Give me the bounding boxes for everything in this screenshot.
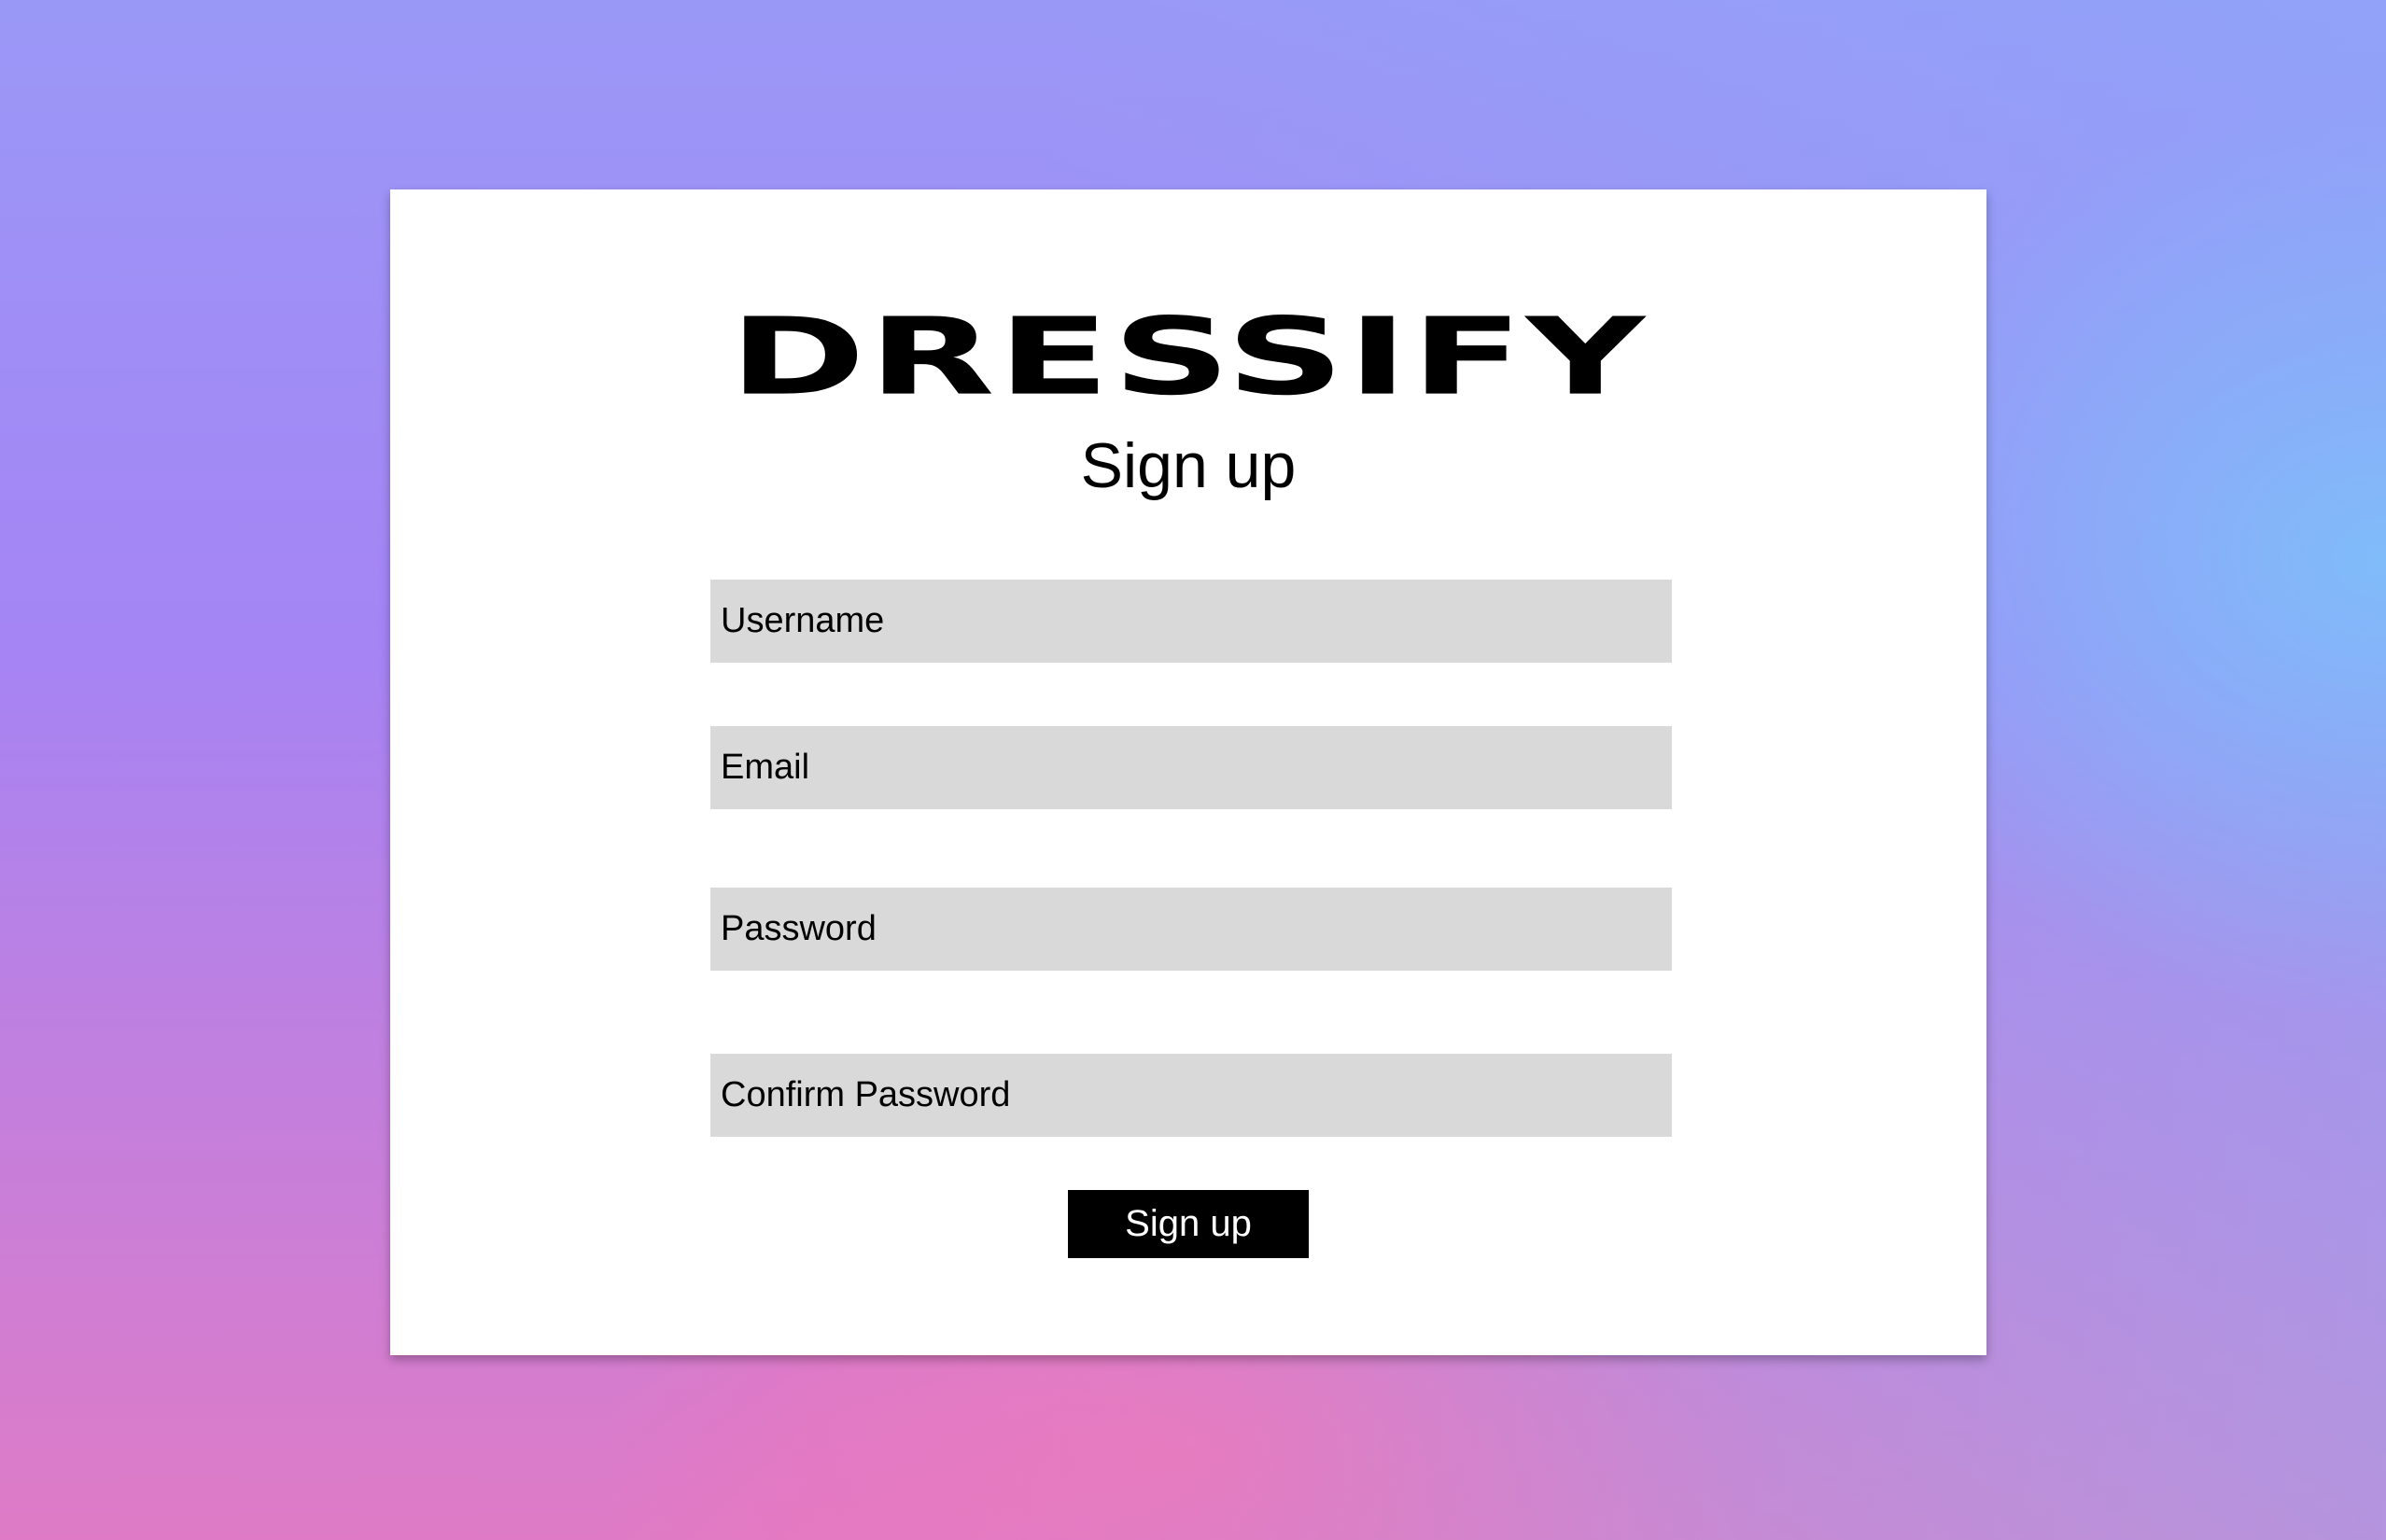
confirm-password-field[interactable] — [710, 1054, 1672, 1137]
email-input[interactable] — [721, 726, 1672, 809]
username-field[interactable] — [710, 580, 1672, 663]
brand-logo: DRESSIFY — [729, 295, 1648, 420]
password-input[interactable] — [721, 888, 1672, 971]
username-input[interactable] — [721, 580, 1672, 663]
signup-card: DRESSIFY Sign up Sign up — [390, 189, 1986, 1355]
confirm-password-input[interactable] — [721, 1054, 1672, 1137]
email-field[interactable] — [710, 726, 1672, 809]
password-field[interactable] — [710, 888, 1672, 971]
sign-up-button[interactable]: Sign up — [1068, 1190, 1309, 1258]
page-title: Sign up — [1080, 430, 1297, 501]
